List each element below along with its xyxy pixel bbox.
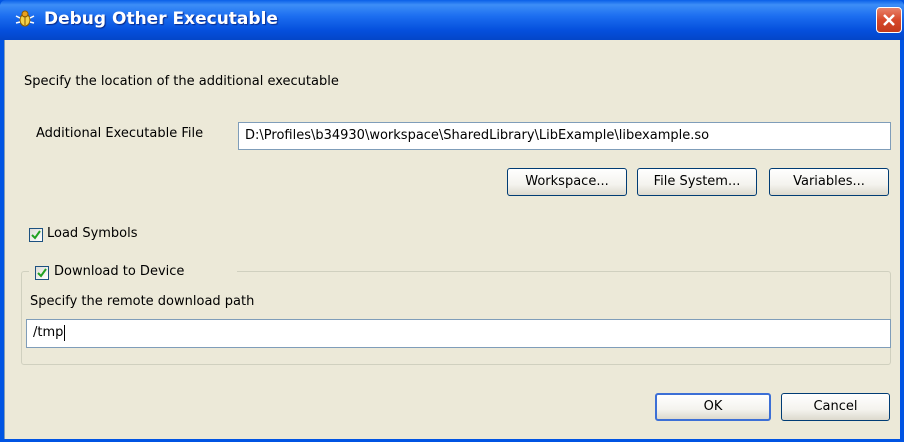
debug-bug-icon	[14, 8, 36, 30]
ok-button[interactable]: OK	[655, 393, 771, 421]
remote-path-input[interactable]: /tmp	[26, 319, 891, 348]
close-button[interactable]	[876, 7, 902, 33]
dialog-content: Specify the location of the additional e…	[4, 40, 900, 439]
text-caret	[64, 324, 66, 341]
checkmark-icon	[31, 230, 41, 240]
window-title: Debug Other Executable	[44, 9, 278, 29]
variables-button[interactable]: Variables...	[769, 168, 889, 196]
remote-path-label: Specify the remote download path	[30, 294, 255, 309]
download-to-device-label[interactable]: Download to Device	[54, 264, 184, 279]
workspace-button[interactable]: Workspace...	[507, 168, 627, 196]
remote-path-value: /tmp	[33, 325, 64, 340]
checkmark-icon	[37, 268, 47, 278]
download-group	[21, 271, 891, 365]
close-icon	[883, 14, 895, 26]
description-text: Specify the location of the additional e…	[24, 74, 339, 89]
executable-file-label: Additional Executable File	[36, 126, 204, 141]
cancel-button[interactable]: Cancel	[781, 393, 890, 421]
load-symbols-checkbox[interactable]	[29, 228, 43, 242]
title-bar[interactable]: Debug Other Executable	[0, 0, 904, 40]
load-symbols-label[interactable]: Load Symbols	[47, 226, 138, 241]
file-system-button[interactable]: File System...	[637, 168, 757, 196]
dialog-window: Debug Other Executable Specify the locat…	[0, 0, 904, 442]
executable-file-input[interactable]: D:\Profiles\b34930\workspace\SharedLibra…	[238, 122, 891, 150]
download-to-device-checkbox[interactable]	[35, 266, 49, 280]
